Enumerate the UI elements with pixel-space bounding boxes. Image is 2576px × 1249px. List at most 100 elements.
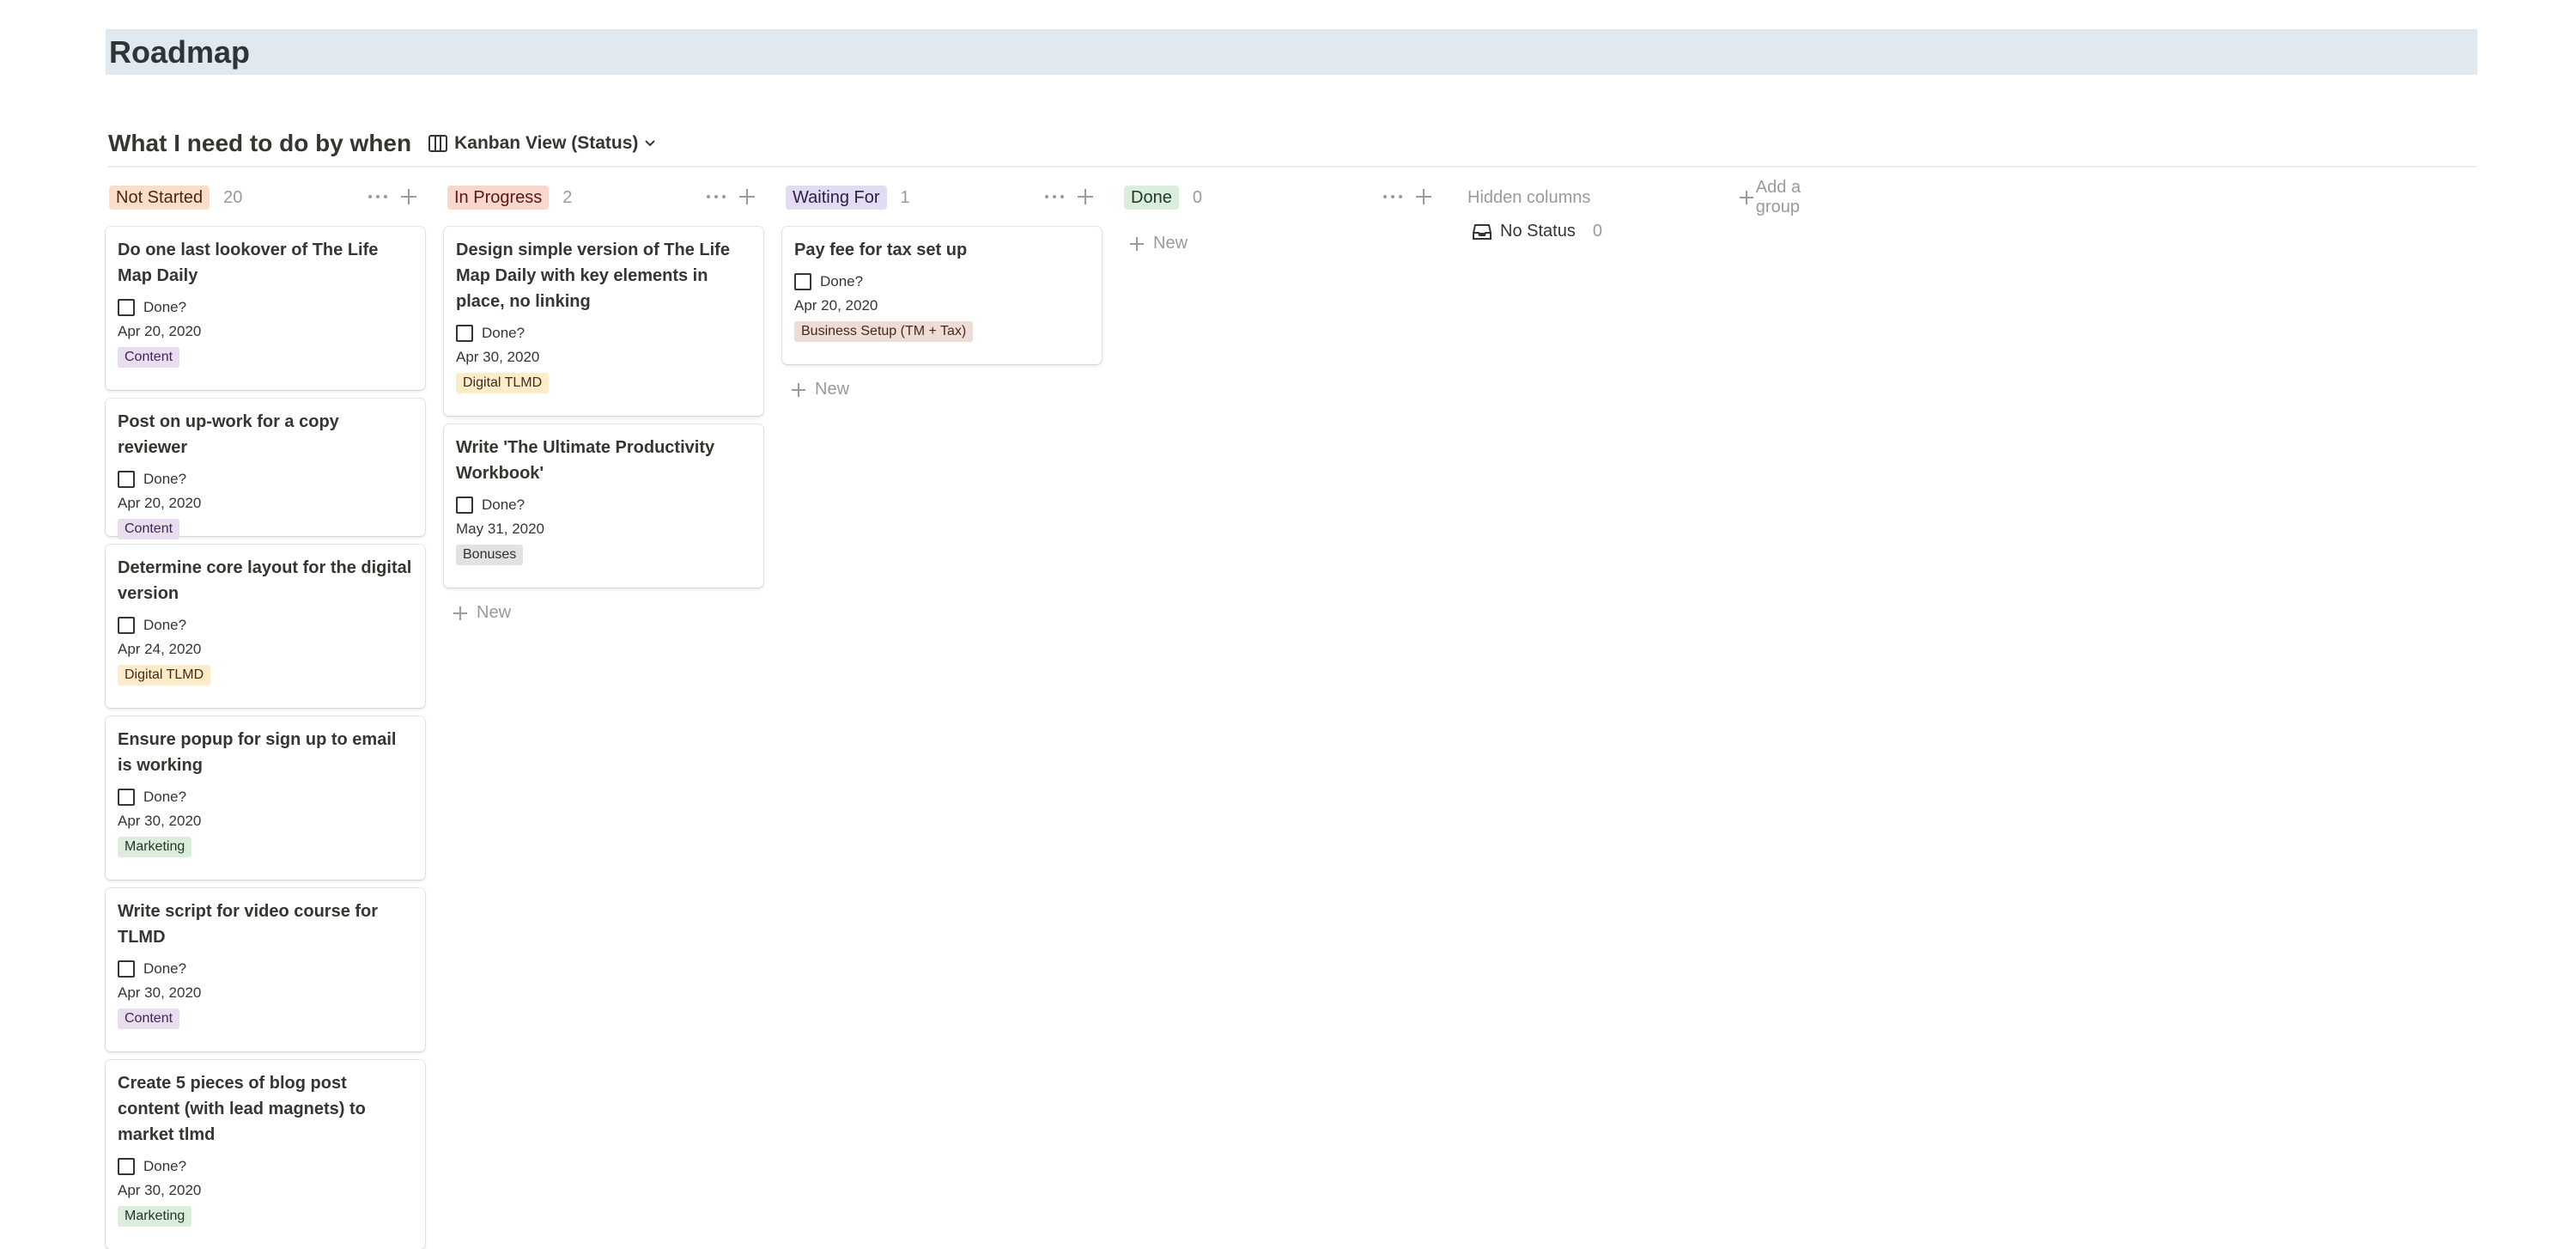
card-tag: Content bbox=[118, 1008, 180, 1029]
card-title: Post on up-work for a copy reviewer bbox=[118, 412, 339, 457]
card[interactable]: Write script for video course for TLMD D… bbox=[106, 888, 425, 1051]
card-tag: Content bbox=[118, 347, 180, 368]
done-label: Done? bbox=[482, 497, 526, 513]
card[interactable]: Do one last lookover of The Life Map Dai… bbox=[106, 227, 425, 390]
column-header: In Progress 2 bbox=[444, 180, 763, 215]
column-in-progress: In Progress 2 Design simple version of T… bbox=[444, 180, 763, 622]
hidden-column-count: 0 bbox=[1592, 222, 1602, 241]
card-date: Apr 30, 2020 bbox=[118, 1182, 202, 1198]
done-checkbox[interactable] bbox=[118, 299, 135, 316]
column-waiting-for: Waiting For 1 Pay fee for tax set up Don… bbox=[782, 180, 1102, 399]
more-options-icon[interactable] bbox=[1045, 187, 1064, 206]
card-title: Write script for video course for TLMD bbox=[118, 902, 379, 947]
new-card-label: New bbox=[477, 603, 512, 622]
done-checkbox[interactable] bbox=[794, 273, 811, 290]
plus-icon bbox=[1129, 236, 1145, 252]
card[interactable]: Pay fee for tax set up Done? Apr 20, 202… bbox=[782, 227, 1102, 364]
done-checkbox[interactable] bbox=[118, 471, 135, 488]
add-group-label: Add a group bbox=[1755, 178, 1801, 216]
inbox-icon bbox=[1473, 223, 1492, 240]
card-date: Apr 30, 2020 bbox=[456, 349, 540, 365]
database-title[interactable]: What I need to do by when bbox=[108, 130, 411, 157]
card-tag: Marketing bbox=[118, 1206, 192, 1227]
done-checkbox[interactable] bbox=[118, 960, 135, 978]
card-tag: Digital TLMD bbox=[118, 665, 211, 685]
card-tag: Content bbox=[118, 519, 180, 539]
plus-icon bbox=[791, 382, 806, 398]
status-label[interactable]: Not Started bbox=[109, 186, 210, 210]
card-date: Apr 30, 2020 bbox=[118, 813, 202, 829]
chevron-down-icon bbox=[645, 139, 656, 146]
view-switcher[interactable]: Kanban View (Status) bbox=[428, 132, 656, 154]
card[interactable]: Write 'The Ultimate Productivity Workboo… bbox=[444, 424, 763, 588]
card-title: Pay fee for tax set up bbox=[794, 241, 968, 259]
column-header: Waiting For 1 bbox=[782, 180, 1102, 215]
column-count: 2 bbox=[562, 187, 573, 207]
done-checkbox[interactable] bbox=[456, 497, 473, 514]
new-card-label: New bbox=[815, 380, 850, 399]
done-label: Done? bbox=[482, 325, 526, 341]
done-checkbox[interactable] bbox=[456, 325, 473, 342]
card[interactable]: Design simple version of The Life Map Da… bbox=[444, 227, 763, 416]
add-card-icon[interactable] bbox=[399, 187, 418, 206]
more-options-icon[interactable] bbox=[707, 187, 726, 206]
card-date: Apr 20, 2020 bbox=[118, 495, 202, 511]
column-count: 1 bbox=[900, 187, 910, 207]
column-count: 0 bbox=[1192, 187, 1202, 207]
hidden-columns-title: Hidden columns bbox=[1467, 188, 1591, 207]
add-card-icon[interactable] bbox=[1414, 187, 1433, 206]
card-title: Ensure popup for sign up to email is wor… bbox=[118, 730, 397, 775]
card-date: Apr 30, 2020 bbox=[118, 984, 202, 1001]
status-label[interactable]: In Progress bbox=[447, 186, 550, 210]
plus-icon bbox=[453, 606, 468, 621]
add-card-icon[interactable] bbox=[1076, 187, 1095, 206]
database-view-bar: What I need to do by when Kanban View (S… bbox=[108, 120, 2477, 168]
new-card-button[interactable]: New bbox=[1129, 234, 1188, 253]
card-tag: Bonuses bbox=[456, 545, 524, 565]
more-options-icon[interactable] bbox=[368, 187, 387, 206]
done-checkbox[interactable] bbox=[118, 1158, 135, 1175]
hidden-columns: Hidden columns No Status 0 bbox=[1464, 180, 1739, 241]
column-header: Done 0 bbox=[1121, 180, 1440, 215]
card-date: May 31, 2020 bbox=[456, 521, 545, 537]
status-label[interactable]: Waiting For bbox=[786, 186, 887, 210]
done-label: Done? bbox=[143, 1158, 187, 1174]
card-date: Apr 20, 2020 bbox=[118, 323, 202, 339]
view-label: Kanban View (Status) bbox=[454, 132, 639, 153]
card-tag: Marketing bbox=[118, 837, 192, 857]
done-checkbox[interactable] bbox=[118, 789, 135, 806]
card[interactable]: Determine core layout for the digital ve… bbox=[106, 545, 425, 708]
plus-icon bbox=[1739, 190, 1753, 205]
add-card-icon[interactable] bbox=[738, 187, 756, 206]
done-label: Done? bbox=[143, 299, 187, 315]
add-group-button[interactable]: Add a group bbox=[1739, 178, 1807, 216]
card-date: Apr 24, 2020 bbox=[118, 641, 202, 657]
card-title: Do one last lookover of The Life Map Dai… bbox=[118, 241, 379, 285]
card-title: Write 'The Ultimate Productivity Workboo… bbox=[456, 438, 715, 483]
more-options-icon[interactable] bbox=[1383, 187, 1402, 206]
card[interactable]: Create 5 pieces of blog post content (wi… bbox=[106, 1060, 425, 1249]
page-header-banner: Roadmap bbox=[106, 29, 2477, 75]
hidden-column-label: No Status bbox=[1500, 222, 1576, 241]
done-label: Done? bbox=[820, 273, 864, 289]
card-title: Create 5 pieces of blog post content (wi… bbox=[118, 1074, 366, 1144]
new-card-label: New bbox=[1153, 234, 1188, 253]
card[interactable]: Ensure popup for sign up to email is wor… bbox=[106, 716, 425, 880]
card-tag: Business Setup (TM + Tax) bbox=[794, 321, 974, 342]
done-label: Done? bbox=[143, 617, 187, 633]
page-title: Roadmap bbox=[109, 34, 251, 70]
done-checkbox[interactable] bbox=[118, 617, 135, 634]
card-tag: Digital TLMD bbox=[456, 373, 550, 393]
column-done: Done 0 New bbox=[1121, 180, 1440, 253]
hidden-column-no-status[interactable]: No Status 0 bbox=[1464, 222, 1739, 241]
card[interactable]: Post on up-work for a copy reviewer Done… bbox=[106, 399, 425, 539]
status-label[interactable]: Done bbox=[1124, 186, 1179, 210]
done-label: Done? bbox=[143, 471, 187, 487]
card-title: Design simple version of The Life Map Da… bbox=[456, 241, 730, 311]
new-card-button[interactable]: New bbox=[453, 603, 511, 623]
column-header: Not Started 20 bbox=[106, 180, 425, 215]
card-date: Apr 20, 2020 bbox=[794, 297, 878, 314]
new-card-button[interactable]: New bbox=[791, 380, 849, 399]
done-label: Done? bbox=[143, 789, 187, 805]
card-title: Determine core layout for the digital ve… bbox=[118, 558, 412, 603]
